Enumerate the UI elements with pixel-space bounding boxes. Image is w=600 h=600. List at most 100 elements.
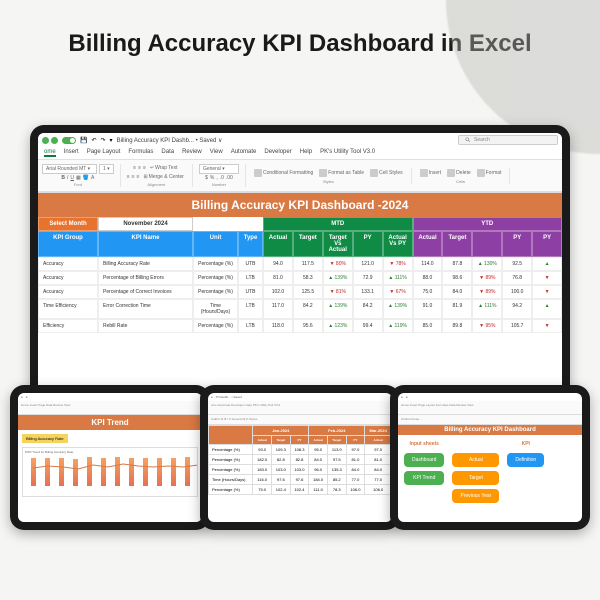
data-cell[interactable]: 94.0 xyxy=(263,257,293,271)
currency-icon[interactable]: $ xyxy=(205,175,208,181)
data-cell[interactable]: Time Efficiency xyxy=(38,299,98,319)
data-cell[interactable]: ▲ 139% xyxy=(323,271,353,285)
border-icon[interactable]: ▦ xyxy=(76,175,81,181)
data-cell[interactable]: 95.6 xyxy=(293,319,323,333)
data-cell[interactable]: Time (Hours/Days) xyxy=(193,299,238,319)
data-cell[interactable]: 102.4 xyxy=(290,485,309,495)
number-format-select[interactable]: General ▾ xyxy=(199,164,239,174)
comma-icon[interactable]: , xyxy=(216,175,217,181)
data-cell[interactable]: Billing Accuracy Rate xyxy=(98,257,193,271)
data-cell[interactable]: 75.0 xyxy=(253,485,272,495)
data-cell[interactable]: Accuracy xyxy=(38,271,98,285)
tab-view[interactable]: View xyxy=(210,149,223,157)
data-cell[interactable]: 97.6 xyxy=(290,475,309,485)
data-cell[interactable]: 76.8 xyxy=(502,271,532,285)
data-cell[interactable]: LTB xyxy=(238,319,263,333)
undo-icon[interactable]: ↶ xyxy=(91,137,96,144)
tab-utility[interactable]: PK's Utility Tool V3.0 xyxy=(320,149,375,157)
data-cell[interactable]: 184.0 xyxy=(309,475,328,485)
data-cell[interactable]: 109.3 xyxy=(271,445,290,455)
autosave-toggle[interactable] xyxy=(62,137,76,144)
data-cell[interactable]: 135.3 xyxy=(327,465,346,475)
data-cell[interactable]: Error Correction Time xyxy=(98,299,193,319)
data-cell[interactable]: Percentage (%) xyxy=(209,455,253,465)
delete-button[interactable]: Delete xyxy=(445,168,472,178)
data-cell[interactable]: 81.0 xyxy=(346,455,365,465)
data-cell[interactable]: 89.8 xyxy=(442,319,472,333)
data-cell[interactable]: 105.7 xyxy=(502,319,532,333)
data-cell[interactable]: Percentage (%) xyxy=(209,485,253,495)
data-cell[interactable]: 58.3 xyxy=(293,271,323,285)
data-cell[interactable]: 84.2 xyxy=(293,299,323,319)
data-cell[interactable]: 81.0 xyxy=(263,271,293,285)
decimal-dec-icon[interactable]: .00 xyxy=(226,175,233,181)
italic-icon[interactable]: I xyxy=(67,175,68,181)
data-cell[interactable]: 103.0 xyxy=(290,465,309,475)
data-cell[interactable]: Percentage (%) xyxy=(193,257,238,271)
data-cell[interactable]: 102.4 xyxy=(271,485,290,495)
bold-icon[interactable]: B xyxy=(61,175,65,181)
redo-icon[interactable]: ↷ xyxy=(101,137,106,144)
tab-developer[interactable]: Developer xyxy=(264,149,291,157)
data-cell[interactable]: 97.6 xyxy=(271,475,290,485)
tab-data[interactable]: Data xyxy=(161,149,174,157)
data-cell[interactable]: UTB xyxy=(238,257,263,271)
data-cell[interactable]: 72.9 xyxy=(353,271,383,285)
data-cell[interactable]: UTB xyxy=(238,285,263,299)
align-center-icon[interactable]: ≡ xyxy=(132,174,135,180)
data-cell[interactable]: Time (Hours/Days) xyxy=(209,475,253,485)
data-cell[interactable]: 99.4 xyxy=(353,319,383,333)
tab-page-layout[interactable]: Page Layout xyxy=(87,149,121,157)
data-cell[interactable]: 82.8 xyxy=(271,455,290,465)
data-cell[interactable]: 97.5 xyxy=(327,455,346,465)
data-cell[interactable]: ▼ 80% xyxy=(323,257,353,271)
decimal-inc-icon[interactable]: .0 xyxy=(220,175,224,181)
data-cell[interactable]: 94.2 xyxy=(502,299,532,319)
data-cell[interactable]: 97.0 xyxy=(346,445,365,455)
data-cell[interactable]: 98.6 xyxy=(442,271,472,285)
align-right-icon[interactable]: ≡ xyxy=(137,174,140,180)
search-input[interactable]: Search xyxy=(458,135,558,145)
data-cell[interactable]: 77.0 xyxy=(346,475,365,485)
data-cell[interactable]: ▲ xyxy=(532,257,562,271)
more-icon[interactable]: ▾ xyxy=(110,137,113,144)
data-cell[interactable]: ▲ 111% xyxy=(383,271,413,285)
nav-definition-button[interactable]: Definition xyxy=(507,453,544,467)
data-cell[interactable]: 81.0 xyxy=(365,455,392,465)
data-cell[interactable]: 103.0 xyxy=(271,465,290,475)
data-cell[interactable]: 113.9 xyxy=(327,445,346,455)
percent-icon[interactable]: % xyxy=(210,175,214,181)
tab-home[interactable]: ome xyxy=(44,149,56,157)
data-cell[interactable]: ▼ xyxy=(532,285,562,299)
data-cell[interactable]: 182.0 xyxy=(253,455,272,465)
data-cell[interactable]: ▼ 89% xyxy=(472,271,502,285)
data-cell[interactable]: 84.0 xyxy=(442,285,472,299)
insert-button[interactable]: Insert xyxy=(418,168,444,178)
data-cell[interactable]: 82.8 xyxy=(290,455,309,465)
data-cell[interactable]: 85.0 xyxy=(413,319,443,333)
data-cell[interactable]: ▼ xyxy=(532,271,562,285)
data-cell[interactable]: 85.2 xyxy=(327,475,346,485)
data-cell[interactable]: 95.0 xyxy=(309,445,328,455)
data-cell[interactable]: Percentage (%) xyxy=(193,285,238,299)
data-cell[interactable]: 117.5 xyxy=(293,257,323,271)
data-cell[interactable]: ▼ 81% xyxy=(323,285,353,299)
data-cell[interactable]: Percentage (%) xyxy=(193,319,238,333)
tab-automate[interactable]: Automate xyxy=(231,149,257,157)
cell-styles-button[interactable]: Cell Styles xyxy=(368,168,405,178)
data-cell[interactable]: ▲ xyxy=(532,299,562,319)
data-cell[interactable]: 81.9 xyxy=(442,299,472,319)
data-cell[interactable]: 84.0 xyxy=(346,465,365,475)
data-cell[interactable]: 108.3 xyxy=(290,445,309,455)
data-cell[interactable]: 102.0 xyxy=(263,285,293,299)
tab-help[interactable]: Help xyxy=(300,149,312,157)
font-name-select[interactable]: Arial Rounded MT ▾ xyxy=(42,164,97,174)
data-cell[interactable]: ▲ 119% xyxy=(383,319,413,333)
align-top-icon[interactable]: ≡ xyxy=(133,165,136,171)
data-cell[interactable]: ▼ 78% xyxy=(383,257,413,271)
data-cell[interactable]: Accuracy xyxy=(38,285,98,299)
data-cell[interactable]: 114.0 xyxy=(413,257,443,271)
data-cell[interactable]: LTB xyxy=(238,299,263,319)
fill-color-icon[interactable]: 🪣 xyxy=(83,175,89,181)
data-cell[interactable]: ▲ 111% xyxy=(472,299,502,319)
